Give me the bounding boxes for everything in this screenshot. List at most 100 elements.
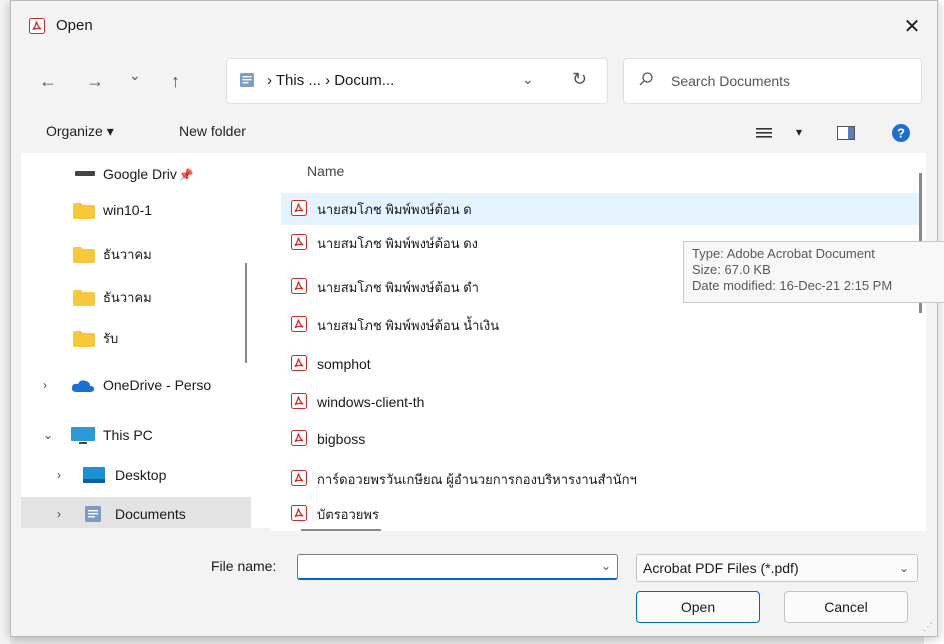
file-name-dropdown-chevron-icon[interactable]: ⌄ (601, 559, 611, 573)
sidebar-item-desktop[interactable]: › Desktop (21, 458, 251, 492)
title-bar: Open ✕ (11, 1, 937, 51)
help-icon[interactable]: ? (891, 123, 911, 143)
file-name: บัตรอวยพร (317, 506, 379, 522)
file-name-input[interactable] (302, 557, 586, 577)
sidebar-item-label: ธันวาคม (103, 246, 152, 262)
sidebar-item-folder-december-1[interactable]: ธันวาคม (21, 237, 251, 271)
file-info-tooltip: Type: Adobe Acrobat Document Size: 67.0 … (683, 241, 944, 303)
sidebar-item-label: This PC (103, 427, 153, 443)
resize-grip-icon[interactable]: ⋰ (923, 622, 933, 633)
file-name: นายสมโภช พิมพ์พงษ์ต้อน น้ำเงิน (317, 317, 500, 333)
pdf-file-icon (291, 392, 307, 412)
file-name-combobox[interactable]: ⌄ (297, 554, 618, 580)
preview-pane-icon[interactable] (837, 126, 855, 140)
file-name: นายสมโภช พิมพ์พงษ์ต้อน ด (317, 201, 472, 217)
expand-chevron-icon[interactable]: › (57, 468, 61, 482)
sidebar-item-folder-receive[interactable]: รับ (21, 321, 251, 355)
sidebar-item-label: รับ (103, 330, 119, 346)
file-name-label: File name: (211, 558, 277, 574)
file-name: bigboss (317, 431, 366, 447)
sidebar-item-onedrive[interactable]: › OneDrive - Perso (21, 368, 251, 402)
expand-chevron-icon[interactable]: › (43, 378, 47, 392)
tooltip-date: Date modified: 16-Dec-21 2:15 PM (692, 278, 893, 293)
file-row[interactable]: การ์ดอวยพรวันเกษียณ ผู้อำนวยการกองบริหาร… (281, 463, 919, 495)
navigation-bar: ← → ⌄ ↑ › This ... › Docum... ⌄ ↻ (11, 53, 937, 109)
refresh-icon[interactable]: ↻ (572, 69, 587, 90)
address-bar[interactable]: › This ... › Docum... ⌄ ↻ (226, 58, 608, 104)
pdf-file-icon (291, 504, 307, 524)
recent-locations-chevron-icon[interactable]: ⌄ (129, 67, 141, 84)
file-row[interactable]: bigboss (281, 423, 919, 455)
search-icon (639, 72, 653, 86)
pdf-file-icon (291, 199, 307, 219)
sidebar-item-label: Documents (115, 506, 186, 522)
sidebar-item-label: win10-1 (103, 202, 153, 218)
sidebar-item-this-pc[interactable]: ⌄ This PC (21, 418, 251, 452)
forward-arrow-icon[interactable]: → (86, 71, 104, 92)
drive-icon (75, 171, 95, 176)
file-type-dropdown-chevron-icon[interactable]: ⌄ (899, 561, 909, 575)
file-name: นายสมโภช พิมพ์พงษ์ต้อน ดง (317, 235, 479, 251)
file-row[interactable]: somphot (281, 348, 919, 380)
file-name: somphot (317, 356, 371, 372)
file-name: windows-client-th (317, 394, 425, 410)
view-options-chevron-icon[interactable]: ▾ (796, 125, 802, 139)
file-type-select[interactable]: Acrobat PDF Files (*.pdf) ⌄ (636, 554, 918, 582)
close-icon: ✕ (903, 15, 921, 38)
svg-text:?: ? (897, 126, 905, 141)
dialog-footer: File name: ⌄ Acrobat PDF Files (*.pdf) ⌄… (11, 531, 937, 636)
file-row[interactable]: บัตรอวยพร (281, 498, 919, 528)
search-input[interactable] (669, 69, 903, 93)
search-box[interactable] (623, 58, 922, 104)
tooltip-size: Size: 67.0 KB (692, 262, 771, 277)
documents-icon (85, 506, 101, 522)
folder-icon (73, 247, 95, 263)
close-button[interactable]: ✕ (897, 11, 927, 41)
sidebar-scrollbar[interactable] (245, 263, 247, 363)
pdf-file-icon (291, 354, 307, 374)
sidebar-item-win10-1[interactable]: win10-1 (21, 193, 251, 227)
cloud-icon (71, 380, 95, 392)
expand-chevron-icon[interactable]: › (57, 507, 61, 521)
folder-icon (73, 203, 95, 219)
command-bar: Organize ▾ New folder ▾ ? (11, 113, 937, 153)
documents-folder-icon (240, 73, 254, 87)
sidebar-item-label: Desktop (115, 467, 167, 483)
breadcrumb[interactable]: › This ... › Docum... (267, 72, 394, 89)
column-header-name[interactable]: Name (307, 163, 344, 179)
sidebar-item-folder-december-2[interactable]: ธันวาคม (21, 280, 251, 314)
pdf-file-icon (291, 277, 307, 297)
folder-icon (73, 290, 95, 306)
pin-icon: 📌 (178, 168, 194, 182)
sidebar-item-documents[interactable]: › Documents (21, 497, 251, 528)
pdf-file-icon (291, 233, 307, 253)
sidebar-item-label: ธันวาคม (103, 289, 152, 305)
open-button[interactable]: Open (636, 591, 760, 623)
folder-icon (73, 331, 95, 347)
pdf-file-icon (291, 315, 307, 335)
cancel-button[interactable]: Cancel (784, 591, 908, 623)
file-row[interactable]: นายสมโภช พิมพ์พงษ์ต้อน น้ำเงิน (281, 309, 919, 341)
organize-menu-button[interactable]: Organize ▾ (46, 123, 114, 140)
dialog-title: Open (56, 17, 93, 34)
file-row[interactable]: windows-client-th (281, 386, 919, 418)
pdf-app-icon (29, 18, 45, 34)
view-list-icon[interactable] (756, 126, 772, 140)
new-folder-button[interactable]: New folder (179, 123, 246, 139)
navigation-pane[interactable]: Google Driv 📌 win10-1 ธันวาคม ธันวาคม รับ… (21, 153, 251, 528)
browser-area: Google Driv 📌 win10-1 ธันวาคม ธันวาคม รับ… (21, 153, 926, 528)
file-type-value: Acrobat PDF Files (*.pdf) (643, 560, 799, 576)
address-dropdown-chevron-icon[interactable]: ⌄ (522, 71, 534, 88)
sidebar-item-google-drive[interactable]: Google Driv 📌 (21, 157, 251, 191)
pdf-file-icon (291, 469, 307, 489)
file-list: Name นายสมโภช พิมพ์พงษ์ต้อน ดนายสมโภช พิ… (257, 153, 926, 528)
up-arrow-icon[interactable]: ↑ (171, 71, 180, 92)
open-file-dialog: Open ✕ ← → ⌄ ↑ › This ... › Docum... ⌄ ↻ (10, 0, 944, 637)
desktop-icon (83, 467, 105, 483)
pdf-file-icon (291, 429, 307, 449)
collapse-chevron-icon[interactable]: ⌄ (43, 428, 53, 442)
file-name: นายสมโภช พิมพ์พงษ์ต้อน ดำ (317, 279, 479, 295)
sidebar-item-label: Google Driv 📌 (103, 166, 194, 182)
file-row[interactable]: นายสมโภช พิมพ์พงษ์ต้อน ด (281, 193, 919, 225)
back-arrow-icon[interactable]: ← (39, 71, 57, 92)
